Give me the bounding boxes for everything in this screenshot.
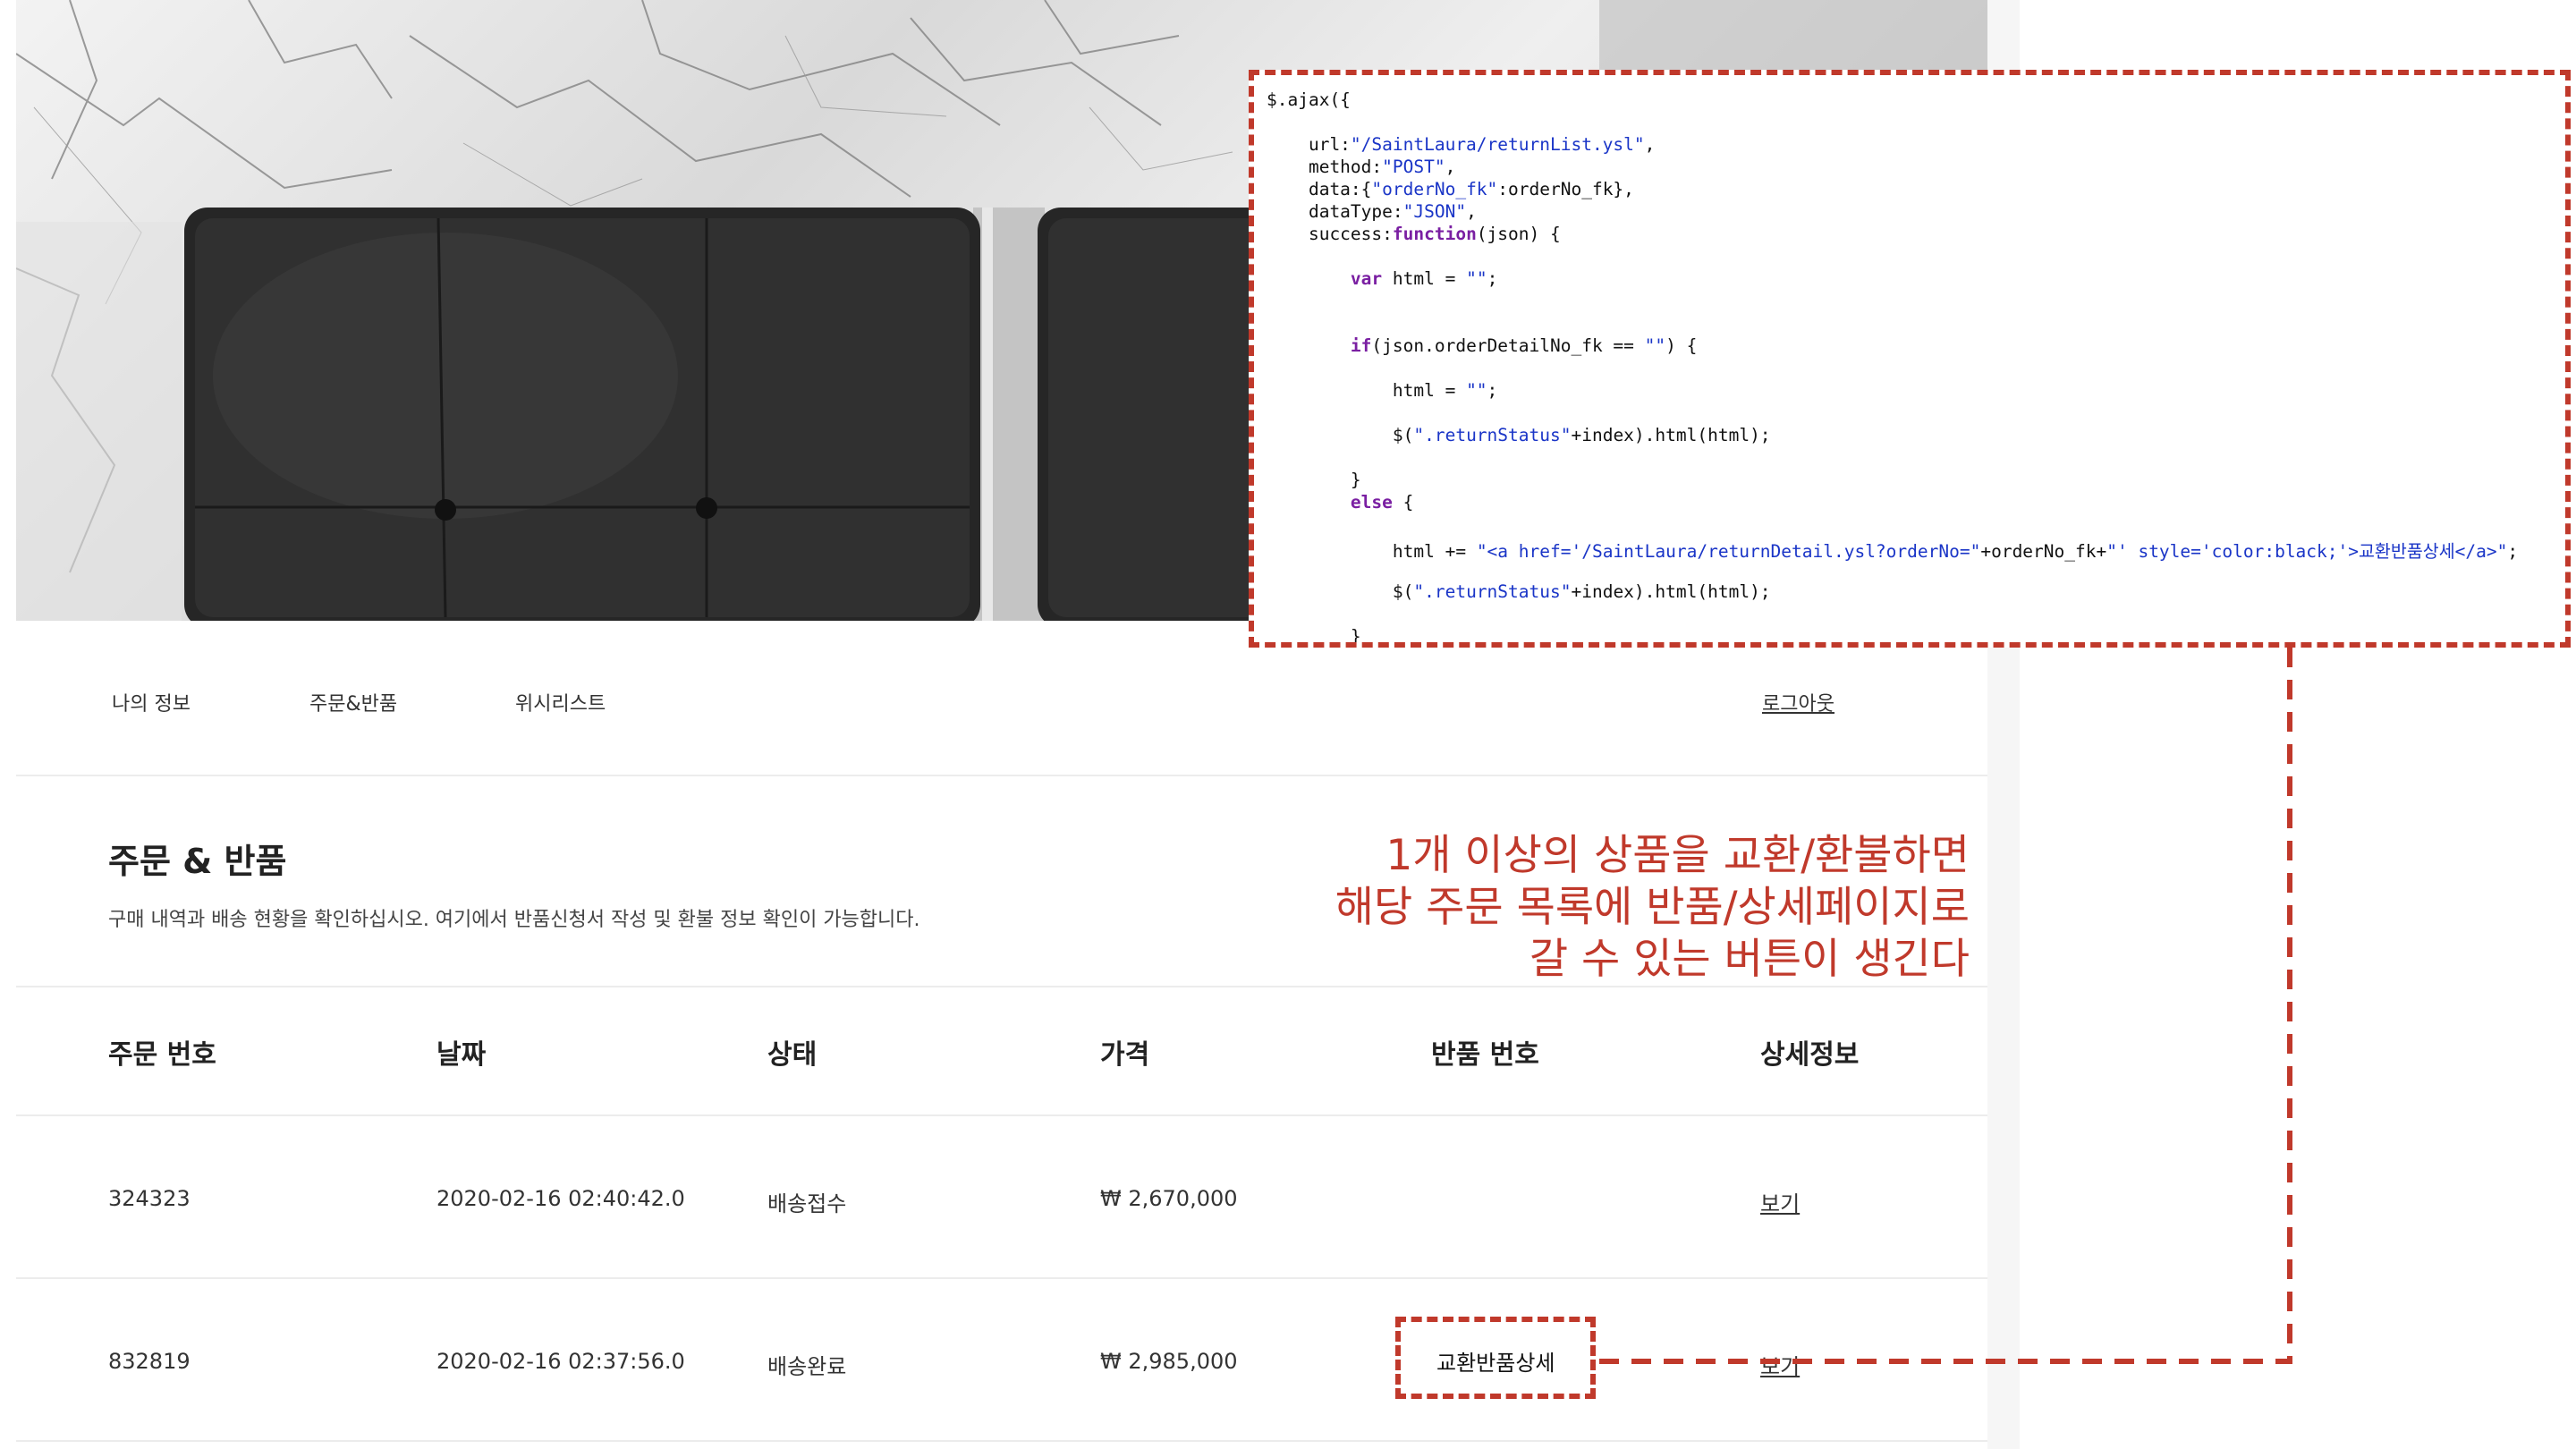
return-detail-button[interactable]: 교환반품상세 [1436, 1345, 1555, 1377]
order-date: 2020-02-16 02:37:56.0 [436, 1349, 685, 1374]
order-status: 배송완료 [767, 1354, 847, 1379]
nav-item-orders-returns[interactable]: 주문&반품 [309, 688, 397, 716]
code-snippet: $.ajax({ url:"/SaintLaura/returnList.ysl… [1249, 70, 2571, 648]
column-price: 가격 [1100, 1039, 1150, 1071]
column-detail: 상세정보 [1760, 1039, 1860, 1071]
code-line: url:"/SaintLaura/returnList.ysl", [1267, 134, 1656, 155]
annotation-line: 1개 이상의 상품을 교환/환불하면 [1385, 831, 1970, 880]
table-row: 324323 2020-02-16 02:40:42.0 배송접수 ₩ 2,67… [16, 1116, 2004, 1279]
page-description: 구매 내역과 배송 현황을 확인하십시오. 여기에서 반품신청서 작성 및 환불… [108, 909, 920, 931]
orders-table-header: 주문 번호 날짜 상태 가격 반품 번호 상세정보 [16, 987, 2004, 1116]
order-date: 2020-02-16 02:40:42.0 [436, 1186, 685, 1211]
order-status: 배송접수 [767, 1191, 847, 1216]
order-number: 832819 [108, 1349, 191, 1374]
code-line: $(".returnStatus"+index).html(html); [1267, 581, 1771, 602]
code-line: } [1267, 626, 1361, 647]
code-line: $.ajax({ [1267, 89, 1351, 110]
nav-item-my-info[interactable]: 나의 정보 [112, 688, 191, 716]
order-number: 324323 [108, 1186, 191, 1211]
order-price: ₩ 2,985,000 [1100, 1349, 1238, 1374]
order-price: ₩ 2,670,000 [1100, 1186, 1238, 1211]
code-line: data:{"orderNo_fk":orderNo_fk}, [1267, 179, 1634, 199]
code-line: } [1267, 470, 1361, 490]
column-return-no: 반품 번호 [1431, 1039, 1539, 1071]
logout-link[interactable]: 로그아웃 [1762, 688, 1835, 716]
annotation-note: 1개 이상의 상품을 교환/환불하면 해당 주문 목록에 반품/상세페이지로 갈… [1254, 830, 1970, 986]
code-line: dataType:"JSON", [1267, 201, 1477, 222]
code-line: $(".returnStatus"+index).html(html); [1267, 425, 1771, 445]
column-status: 상태 [767, 1039, 818, 1071]
table-row: 832819 2020-02-16 02:37:56.0 배송완료 ₩ 2,98… [16, 1279, 2004, 1442]
column-order-no: 주문 번호 [108, 1039, 216, 1071]
view-detail-link[interactable]: 보기 [1760, 1349, 1800, 1380]
code-line: if(json.orderDetailNo_fk == "") { [1350, 335, 1698, 356]
annotation-line: 해당 주문 목록에 반품/상세페이지로 [1335, 883, 1970, 932]
code-line: success:function(json) { [1267, 224, 1561, 244]
code-line: method:"POST", [1267, 157, 1456, 177]
highlight-box: 교환반품상세 [1395, 1317, 1596, 1399]
code-line: var html = ""; [1350, 268, 1498, 289]
annotation-line: 갈 수 있는 버튼이 생긴다 [1529, 935, 1970, 984]
code-line: html += "<a href='/SaintLaura/returnDeta… [1267, 541, 2519, 562]
code-line: html = ""; [1267, 380, 1498, 401]
view-detail-link[interactable]: 보기 [1760, 1186, 1800, 1217]
code-line: else { [1350, 492, 1414, 513]
page-title: 주문 & 반품 [108, 842, 287, 881]
column-date: 날짜 [436, 1039, 487, 1071]
nav-item-wishlist[interactable]: 위시리스트 [515, 688, 606, 716]
